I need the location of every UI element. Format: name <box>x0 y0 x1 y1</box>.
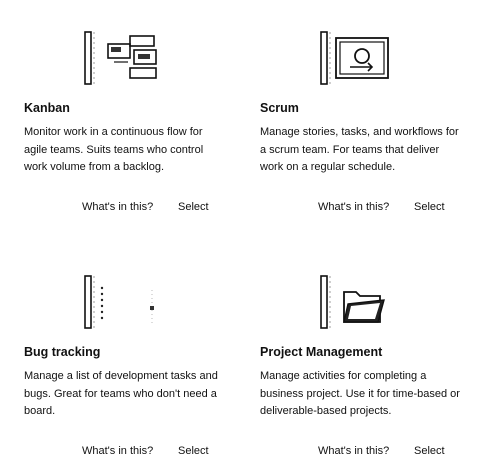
scrum-illustration <box>260 30 465 86</box>
template-actions: What's in this? Select <box>24 201 214 217</box>
bug-tracking-illustration <box>24 274 229 330</box>
template-card-scrum: Scrum Manage stories, tasks, and workflo… <box>260 0 465 230</box>
kanban-illustration <box>24 30 229 86</box>
whats-in-this-link[interactable]: What's in this? <box>82 201 153 213</box>
template-actions: What's in this? Select <box>24 445 214 461</box>
whats-in-this-link[interactable]: What's in this? <box>318 445 389 457</box>
select-button[interactable]: Select <box>414 445 445 457</box>
template-actions: What's in this? Select <box>260 445 450 461</box>
template-title: Bug tracking <box>24 345 101 359</box>
select-button[interactable]: Select <box>178 445 209 457</box>
scrum-sprint-icon <box>320 31 389 85</box>
kanban-board-icon <box>84 31 157 85</box>
template-actions: What's in this? Select <box>260 201 450 217</box>
template-card-kanban: Kanban Monitor work in a continuous flow… <box>24 0 229 230</box>
bug-list-icon <box>84 275 154 329</box>
template-card-bug-tracking: Bug tracking Manage a list of developmen… <box>24 244 229 474</box>
template-card-project-management: Project Management Manage activities for… <box>260 244 465 474</box>
template-title: Scrum <box>260 101 299 115</box>
whats-in-this-link[interactable]: What's in this? <box>318 201 389 213</box>
template-title: Project Management <box>260 345 383 359</box>
template-description: Monitor work in a continuous flow for ag… <box>24 126 204 173</box>
template-description: Manage activities for completing a busin… <box>260 370 460 417</box>
template-title: Kanban <box>24 101 70 115</box>
whats-in-this-link[interactable]: What's in this? <box>82 445 153 457</box>
project-management-illustration <box>260 274 465 330</box>
template-description: Manage a list of development tasks and b… <box>24 370 218 417</box>
select-button[interactable]: Select <box>414 201 445 213</box>
folder-icon <box>320 275 385 329</box>
template-description: Manage stories, tasks, and workflows for… <box>260 126 459 173</box>
select-button[interactable]: Select <box>178 201 209 213</box>
